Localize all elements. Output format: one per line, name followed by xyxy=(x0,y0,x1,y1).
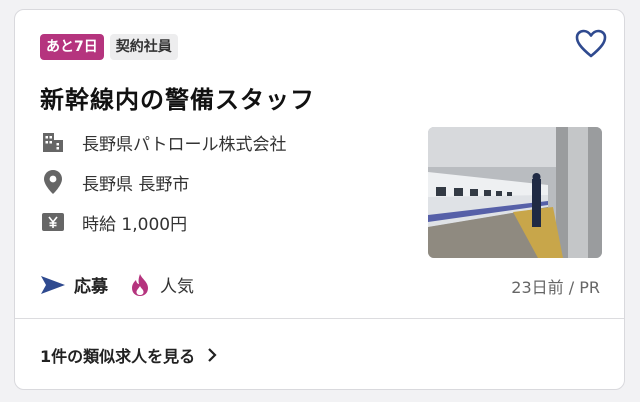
job-title[interactable]: 新幹線内の警備スタッフ xyxy=(40,80,315,115)
badge-group: あと7日 契約社員 xyxy=(40,34,178,60)
flame-icon xyxy=(132,273,148,296)
location-row: 長野県 長野市 xyxy=(40,169,189,195)
apply-button[interactable]: 応募 xyxy=(40,272,108,297)
company-row: 長野県パトロール株式会社 xyxy=(40,129,287,155)
action-bar: 応募 人気 xyxy=(40,272,194,297)
job-photo xyxy=(428,127,602,258)
company-name: 長野県パトロール株式会社 xyxy=(82,134,287,155)
heart-icon xyxy=(575,29,607,58)
employment-type-badge: 契約社員 xyxy=(109,34,178,60)
location-pin-icon xyxy=(40,169,66,195)
favorite-button[interactable] xyxy=(574,28,608,60)
divider xyxy=(15,318,624,319)
chevron-right-icon xyxy=(208,348,217,362)
yen-icon xyxy=(40,209,66,235)
apply-label: 応募 xyxy=(74,277,108,297)
posted-meta: 23日前 / PR xyxy=(511,278,600,297)
deadline-badge: あと7日 xyxy=(40,34,104,60)
salary-row: 時給 1,000円 xyxy=(40,209,187,235)
location-text: 長野県 長野市 xyxy=(82,174,190,195)
send-arrow-icon xyxy=(41,275,65,294)
similar-jobs-link[interactable]: 1件の類似求人を見る xyxy=(40,343,219,367)
building-icon xyxy=(40,129,66,155)
job-card[interactable]: あと7日 契約社員 新幹線内の警備スタッフ 長野県パトロール株式会社 長野県 長… xyxy=(14,9,625,390)
popular-badge: 人気 xyxy=(130,272,194,297)
popular-label: 人気 xyxy=(160,277,194,297)
similar-jobs-label: 1件の類似求人を見る xyxy=(40,347,196,366)
salary-text: 時給 1,000円 xyxy=(82,214,188,235)
